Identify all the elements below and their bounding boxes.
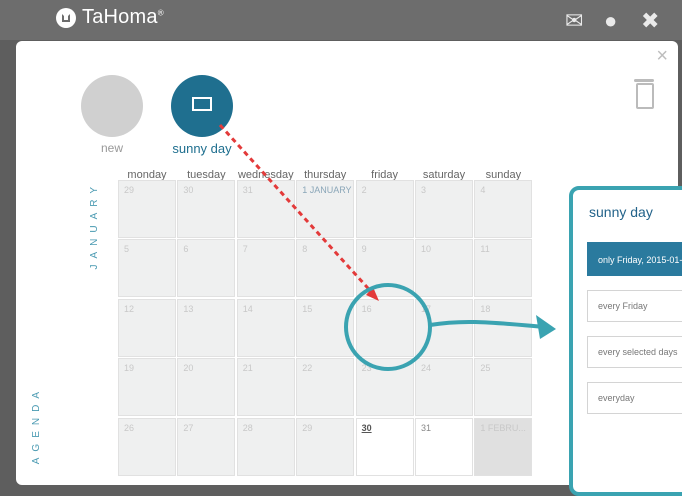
calendar-grid: 29 30 31 1 JANUARY 2 3 4 5 6 7 8 9 10 11 12 13 14 15 16 17 1… (118, 180, 534, 477)
calendar-day-cell[interactable]: 16 (355, 298, 414, 357)
calendar-day-cell[interactable]: 24 (415, 358, 473, 417)
calendar-day-number: 1 JANUARY (302, 185, 352, 195)
sunny-day-scenario-icon[interactable] (171, 75, 233, 137)
calendar-day-cell[interactable]: 11 (474, 239, 533, 298)
sunny-day-scenario-label: sunny day (172, 141, 232, 156)
calendar-day-number: 23 (361, 363, 372, 374)
calendar-day-number: 20 (183, 363, 194, 374)
calendar-day-number: 6 (183, 244, 189, 255)
month-label: JANUARY (89, 181, 100, 270)
panel-title: sunny day (589, 204, 653, 220)
user-icon[interactable]: ● (604, 10, 617, 32)
scenario-options-panel: sunny day only Friday, 2015-01-3 every F… (569, 186, 682, 496)
calendar-day-cell[interactable]: 5 (118, 239, 176, 298)
calendar-day-number: 8 (302, 244, 308, 255)
calendar-day-cell[interactable]: 7 (236, 239, 295, 298)
calendar-day-cell[interactable]: 20 (177, 358, 236, 417)
calendar-day-number: 2 (361, 185, 367, 195)
calendar-day-number: 29 (124, 185, 135, 195)
calendar-day-cell[interactable]: 30 (177, 180, 236, 238)
home-logo-icon[interactable] (56, 8, 76, 28)
calendar-day-number: 15 (302, 303, 313, 314)
calendar-day-number: 26 (124, 422, 135, 433)
calendar-day-number: 18 (480, 303, 491, 314)
calendar-day-cell[interactable]: 31 (415, 417, 473, 476)
calendar-day-number: 11 (480, 244, 490, 255)
calendar-day-cell[interactable]: 6 (177, 239, 236, 298)
calendar-day-cell[interactable]: 3 (415, 180, 473, 238)
calendar-day-number: 14 (242, 303, 253, 314)
option-everyday[interactable]: everyday (587, 382, 682, 414)
calendar-day-cell[interactable]: 30 (355, 417, 414, 476)
calendar-day-number: 28 (242, 422, 253, 433)
calendar-day-number: 24 (421, 363, 432, 374)
calendar-day-number: 10 (421, 244, 432, 255)
calendar-day-number: 5 (124, 244, 130, 255)
calendar-day-cell[interactable]: 17 (415, 298, 473, 357)
calendar-day-number: 1 FEBRU... (480, 422, 526, 433)
trash-icon[interactable] (634, 79, 654, 109)
new-scenario-icon[interactable] (81, 75, 143, 137)
calendar-day-cell[interactable]: 26 (118, 417, 176, 476)
calendar-day-cell[interactable]: 9 (355, 239, 414, 298)
option-every-selected-days[interactable]: every selected days (587, 336, 682, 368)
calendar-day-cell[interactable]: 19 (118, 358, 176, 417)
calendar-day-cell[interactable]: 1 FEBRU... (474, 417, 533, 476)
agenda-label: AGENDA (31, 386, 42, 465)
calendar-day-number: 21 (242, 363, 253, 374)
calendar-day-cell[interactable]: 21 (236, 358, 295, 417)
calendar-day-cell[interactable]: 12 (118, 298, 176, 357)
calendar-day-cell[interactable]: 31 (236, 180, 295, 238)
calendar-day-cell[interactable]: 28 (236, 417, 295, 476)
calendar-day-number: 19 (124, 363, 135, 374)
modal-close-icon[interactable]: × (656, 45, 668, 68)
option-only-friday[interactable]: only Friday, 2015-01-3 (587, 242, 682, 276)
calendar-day-cell[interactable]: 27 (177, 417, 236, 476)
calendar-day-number: 31 (421, 422, 432, 433)
calendar-day-cell[interactable]: 25 (474, 358, 533, 417)
calendar-day-number: 17 (421, 303, 432, 314)
calendar-day-number: 13 (183, 303, 194, 314)
calendar-day-number: 3 (421, 185, 427, 195)
calendar-day-cell[interactable]: 22 (296, 358, 355, 417)
close-icon[interactable]: ✖ (641, 10, 659, 32)
option-every-friday[interactable]: every Friday (587, 290, 682, 322)
calendar-day-cell[interactable]: 18 (474, 298, 533, 357)
calendar-day-number: 31 (242, 185, 253, 195)
top-bar: TaHoma® ✉ ● ✖ (0, 0, 682, 40)
calendar-day-cell[interactable]: 4 (474, 180, 533, 238)
new-scenario-label: new (100, 141, 123, 155)
brand-title: TaHoma® (82, 6, 164, 28)
calendar-day-number: 30 (361, 422, 372, 433)
calendar-day-number: 16 (361, 303, 372, 314)
calendar-day-number: 27 (183, 422, 194, 433)
calendar-day-cell[interactable]: 10 (415, 239, 473, 298)
calendar-day-number: 7 (242, 244, 248, 255)
calendar-day-cell[interactable]: 2 (355, 180, 414, 238)
mail-icon[interactable]: ✉ (565, 10, 583, 32)
calendar-day-cell[interactable]: 8 (296, 239, 355, 298)
calendar-day-cell[interactable]: 15 (296, 298, 355, 357)
calendar-day-number: 4 (480, 185, 486, 195)
calendar-day-cell[interactable]: 29 (296, 417, 355, 476)
calendar-day-cell[interactable]: 1 JANUARY (296, 180, 355, 238)
calendar-day-number: 12 (124, 303, 135, 314)
calendar-day-number: 9 (361, 244, 367, 255)
calendar-day-cell[interactable]: 29 (118, 180, 176, 238)
calendar-day-cell[interactable]: 23 (355, 358, 414, 417)
calendar-day-number: 25 (480, 363, 491, 374)
calendar-day-number: 29 (302, 422, 313, 433)
connector-arrow-head (536, 315, 556, 339)
calendar-day-cell[interactable]: 13 (177, 298, 236, 357)
calendar-day-number: 30 (183, 185, 194, 195)
calendar-day-cell[interactable]: 14 (236, 298, 295, 357)
calendar-day-number: 22 (302, 363, 313, 374)
